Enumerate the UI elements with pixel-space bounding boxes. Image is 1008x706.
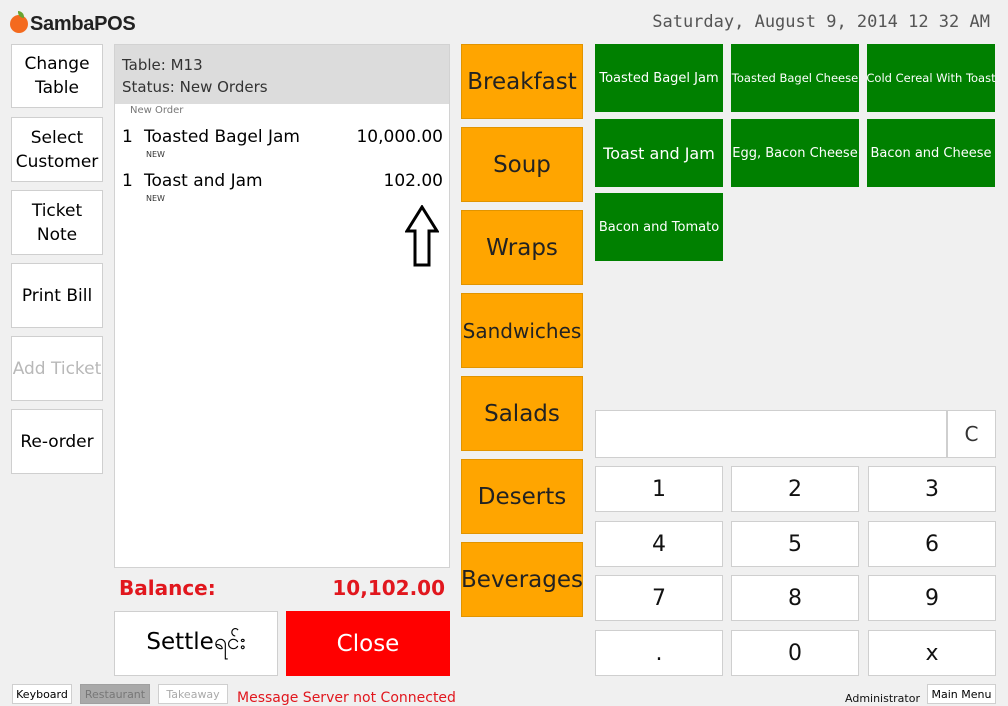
ticket-panel: Table: M13 Status: New Orders New Order … bbox=[114, 44, 450, 568]
numpad-key-7[interactable]: 7 bbox=[595, 575, 723, 621]
takeaway-tab[interactable]: Takeaway bbox=[158, 684, 228, 704]
date-time: Saturday, August 9, 2014 12 32 AM bbox=[652, 12, 990, 32]
reorder-button[interactable]: Re-order bbox=[11, 409, 103, 474]
change-table-button[interactable]: Change Table bbox=[11, 44, 103, 108]
order-price: 10,000.00 bbox=[356, 127, 443, 147]
numpad-key-3[interactable]: 3 bbox=[868, 466, 996, 512]
category-soup[interactable]: Soup bbox=[461, 127, 583, 202]
ticket-status: Status: New Orders bbox=[122, 78, 268, 96]
numpad-key-x[interactable]: x bbox=[868, 630, 996, 676]
main-menu-button[interactable]: Main Menu bbox=[927, 684, 996, 704]
category-wraps[interactable]: Wraps bbox=[461, 210, 583, 285]
order-qty: 1 bbox=[122, 171, 133, 191]
order-line[interactable]: 1 Toasted Bagel Jam 10,000.00 NEW bbox=[122, 127, 443, 167]
ticket-header: Table: M13 Status: New Orders bbox=[115, 45, 449, 104]
ticket-table: Table: M13 bbox=[122, 56, 203, 74]
select-customer-button[interactable]: Select Customer bbox=[11, 117, 103, 182]
numpad-key-4[interactable]: 4 bbox=[595, 521, 723, 567]
numpad-key-8[interactable]: 8 bbox=[731, 575, 859, 621]
balance-value: 10,102.00 bbox=[332, 576, 445, 600]
menu-item-toast-and-jam[interactable]: Toast and Jam bbox=[595, 119, 723, 187]
current-user: Administrator bbox=[845, 692, 920, 705]
order-line[interactable]: 1 Toast and Jam 102.00 NEW bbox=[122, 171, 443, 211]
order-qty: 1 bbox=[122, 127, 133, 147]
numpad-clear-button[interactable]: C bbox=[947, 410, 996, 458]
menu-item-egg-bacon-cheese[interactable]: Egg, Bacon Cheese bbox=[731, 119, 859, 187]
sambapos-logo: SambaPOS bbox=[10, 9, 136, 39]
close-button[interactable]: Close bbox=[286, 611, 450, 676]
category-beverages[interactable]: Beverages bbox=[461, 542, 583, 617]
settle-button[interactable]: Settleရင်း bbox=[114, 611, 278, 676]
numpad-key-9[interactable]: 9 bbox=[868, 575, 996, 621]
logo-text: SambaPOS bbox=[30, 12, 136, 35]
menu-item-toasted-bagel-cheese[interactable]: Toasted Bagel Cheese bbox=[731, 44, 859, 112]
tomato-logo-icon bbox=[10, 11, 28, 33]
numpad-key-6[interactable]: 6 bbox=[868, 521, 996, 567]
order-name: Toasted Bagel Jam bbox=[144, 127, 300, 147]
keyboard-button[interactable]: Keyboard bbox=[12, 684, 72, 704]
restaurant-tab[interactable]: Restaurant bbox=[80, 684, 150, 704]
order-status-tag: NEW bbox=[146, 194, 165, 203]
category-sandwiches[interactable]: Sandwiches bbox=[461, 293, 583, 368]
order-name: Toast and Jam bbox=[144, 171, 263, 191]
add-ticket-button[interactable]: Add Ticket bbox=[11, 336, 103, 401]
numpad-key-dot[interactable]: . bbox=[595, 630, 723, 676]
category-breakfast[interactable]: Breakfast bbox=[461, 44, 583, 119]
menu-item-bacon-and-cheese[interactable]: Bacon and Cheese bbox=[867, 119, 995, 187]
numpad-key-5[interactable]: 5 bbox=[731, 521, 859, 567]
menu-item-cold-cereal-with-toast[interactable]: Cold Cereal With Toast bbox=[867, 44, 995, 112]
numpad-key-1[interactable]: 1 bbox=[595, 466, 723, 512]
ticket-note-button[interactable]: Ticket Note bbox=[11, 190, 103, 255]
menu-item-toasted-bagel-jam[interactable]: Toasted Bagel Jam bbox=[595, 44, 723, 112]
category-salads[interactable]: Salads bbox=[461, 376, 583, 451]
balance-label: Balance: bbox=[119, 576, 216, 600]
menu-item-bacon-and-tomato[interactable]: Bacon and Tomato bbox=[595, 193, 723, 261]
category-deserts[interactable]: Deserts bbox=[461, 459, 583, 534]
numpad-display[interactable] bbox=[595, 410, 947, 458]
order-status-tag: NEW bbox=[146, 150, 165, 159]
numpad-key-2[interactable]: 2 bbox=[731, 466, 859, 512]
print-bill-button[interactable]: Print Bill bbox=[11, 263, 103, 328]
order-price: 102.00 bbox=[383, 171, 443, 191]
up-arrow-icon bbox=[405, 205, 439, 267]
message-server-status: Message Server not Connected bbox=[237, 690, 456, 706]
order-caption: New Order bbox=[130, 105, 184, 116]
numpad-key-0[interactable]: 0 bbox=[731, 630, 859, 676]
